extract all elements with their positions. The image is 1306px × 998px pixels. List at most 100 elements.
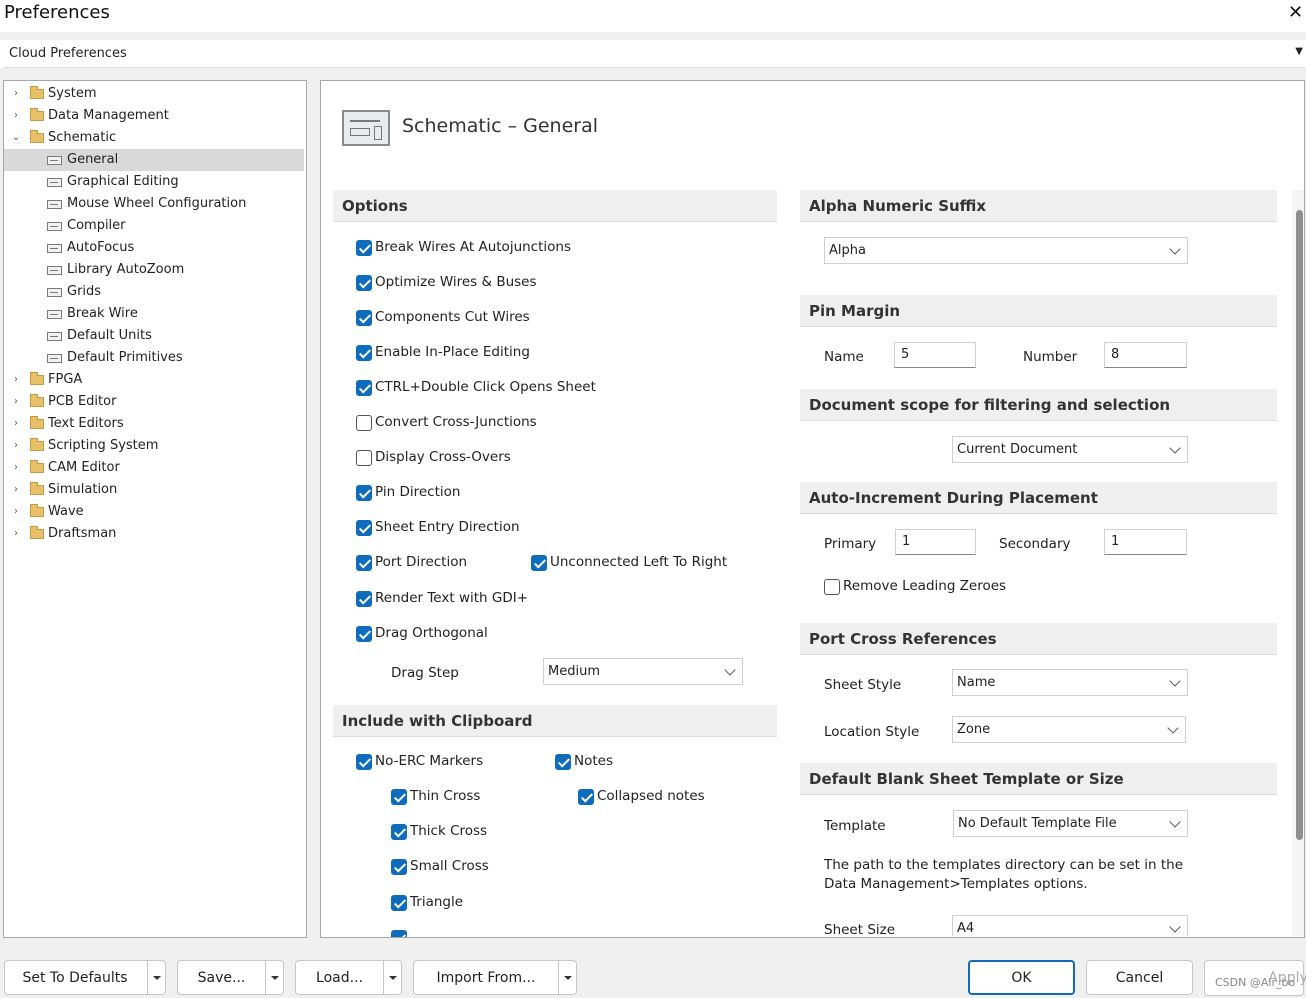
- close-icon[interactable]: ✕: [1288, 2, 1303, 23]
- tree-item-label: Text Editors: [48, 416, 124, 431]
- checkbox-box: [356, 310, 372, 326]
- title-bar: [0, 0, 1306, 32]
- location-style-dropdown[interactable]: Zone: [952, 716, 1186, 743]
- chevron-right-icon[interactable]: ›: [10, 391, 22, 413]
- tree-item-autofocus[interactable]: AutoFocus: [4, 237, 304, 259]
- set-to-defaults-button[interactable]: Set To Defaults: [4, 960, 166, 995]
- dropdown-arrow-icon[interactable]: [147, 961, 165, 994]
- template-dropdown[interactable]: No Default Template File: [953, 810, 1188, 837]
- checkbox-convert-cross-junctions[interactable]: Convert Cross-Junctions: [356, 414, 596, 434]
- ok-button[interactable]: OK: [968, 960, 1075, 995]
- checkbox-thick-cross[interactable]: Thick Cross: [391, 823, 631, 843]
- checkbox-collapsed-notes[interactable]: Collapsed notes: [578, 788, 818, 808]
- folder-icon: [30, 526, 44, 539]
- checkbox-box: [356, 485, 372, 501]
- secondary-input[interactable]: 1: [1104, 529, 1187, 555]
- checkbox-box: [356, 591, 372, 607]
- tree-item-compiler[interactable]: Compiler: [4, 215, 304, 237]
- tree-item-text-editors[interactable]: › Text Editors: [4, 413, 304, 435]
- tree-item-default-primitives[interactable]: Default Primitives: [4, 347, 304, 369]
- checkbox-small-cross[interactable]: Small Cross: [391, 858, 631, 878]
- cancel-button[interactable]: Cancel: [1086, 960, 1193, 995]
- dropdown-arrow-icon[interactable]: [265, 961, 283, 994]
- folder-icon: [30, 438, 44, 451]
- scrollbar-thumb[interactable]: [1296, 210, 1303, 840]
- sheet-size-dropdown[interactable]: A4: [952, 915, 1188, 936]
- tree-item-default-units[interactable]: Default Units: [4, 325, 304, 347]
- cloud-preferences-dropdown[interactable]: Cloud Preferences ▼: [3, 40, 1305, 68]
- checkbox-render-text-with-gdi[interactable]: Render Text with GDI+: [356, 590, 596, 610]
- tree-item-fpga[interactable]: › FPGA: [4, 369, 304, 391]
- chevron-right-icon[interactable]: ›: [10, 369, 22, 391]
- checkbox-drag-orthogonal[interactable]: Drag Orthogonal: [356, 625, 596, 645]
- chevron-right-icon[interactable]: ›: [10, 501, 22, 523]
- tree-item-system[interactable]: › System: [4, 83, 304, 105]
- load-button[interactable]: Load...: [295, 960, 402, 995]
- chevron-right-icon[interactable]: ›: [10, 435, 22, 457]
- chevron-right-icon[interactable]: ›: [10, 105, 22, 127]
- tree-item-grids[interactable]: Grids: [4, 281, 304, 303]
- alpha-suffix-dropdown[interactable]: Alpha: [824, 237, 1188, 264]
- checkbox-label: Pin Direction: [375, 484, 461, 500]
- checkbox-unconnected-left-to-right[interactable]: Unconnected Left To Right: [531, 554, 771, 574]
- clipboard-checkbox-cut-off[interactable]: [391, 929, 431, 937]
- tree-item-pcb-editor[interactable]: › PCB Editor: [4, 391, 304, 413]
- pin-name-input[interactable]: 5: [894, 342, 976, 368]
- drag-step-dropdown[interactable]: Medium: [543, 658, 743, 685]
- chevron-down-icon: [1169, 816, 1181, 828]
- checkbox-box: [356, 380, 372, 396]
- tree-item-scripting-system[interactable]: › Scripting System: [4, 435, 304, 457]
- primary-input[interactable]: 1: [895, 529, 976, 555]
- tree-item-schematic[interactable]: ⌄ Schematic: [4, 127, 304, 149]
- checkbox-triangle[interactable]: Triangle: [391, 894, 631, 914]
- folder-icon: [30, 460, 44, 473]
- page-icon: [47, 332, 62, 341]
- save-button[interactable]: Save...: [177, 960, 284, 995]
- schematic-icon: [342, 110, 390, 146]
- checkbox-optimize-wires-buses[interactable]: Optimize Wires & Buses: [356, 274, 596, 294]
- tree-item-mouse-wheel-configuration[interactable]: Mouse Wheel Configuration: [4, 193, 304, 215]
- chevron-right-icon[interactable]: ›: [10, 83, 22, 105]
- checkbox-sheet-entry-direction[interactable]: Sheet Entry Direction: [356, 519, 596, 539]
- chevron-down-icon: [1169, 442, 1181, 454]
- tree-item-label: Data Management: [48, 108, 169, 123]
- tree-item-library-autozoom[interactable]: Library AutoZoom: [4, 259, 304, 281]
- pin-name-label: Name: [824, 349, 864, 365]
- sheet-style-dropdown[interactable]: Name: [952, 669, 1188, 696]
- checkbox-components-cut-wires[interactable]: Components Cut Wires: [356, 309, 596, 329]
- tree-item-break-wire[interactable]: Break Wire: [4, 303, 304, 325]
- pin-number-input[interactable]: 8: [1104, 342, 1187, 368]
- location-style-label: Location Style: [824, 724, 920, 740]
- dropdown-arrow-icon[interactable]: [558, 961, 576, 994]
- doc-scope-dropdown[interactable]: Current Document: [952, 436, 1188, 463]
- chevron-down-icon[interactable]: ⌄: [10, 127, 22, 149]
- checkbox-ctrl-double-click-opens-sheet[interactable]: CTRL+Double Click Opens Sheet: [356, 379, 596, 399]
- tree-item-graphical-editing[interactable]: Graphical Editing: [4, 171, 304, 193]
- page-icon: [47, 200, 62, 209]
- checkbox-box: [356, 275, 372, 291]
- doc-scope-header: Document scope for filtering and selecti…: [800, 389, 1277, 421]
- page-icon: [47, 178, 62, 187]
- checkbox-break-wires-at-autojunctions[interactable]: Break Wires At Autojunctions: [356, 239, 596, 259]
- checkbox-pin-direction[interactable]: Pin Direction: [356, 484, 596, 504]
- sheet-size-value: A4: [957, 921, 975, 936]
- chevron-right-icon[interactable]: ›: [10, 523, 22, 545]
- dropdown-arrow-icon[interactable]: [383, 961, 401, 994]
- tree-item-simulation[interactable]: › Simulation: [4, 479, 304, 501]
- chevron-right-icon[interactable]: ›: [10, 413, 22, 435]
- checkbox-notes[interactable]: Notes: [555, 753, 795, 773]
- checkbox-display-cross-overs[interactable]: Display Cross-Overs: [356, 449, 596, 469]
- chevron-down-icon: [724, 664, 736, 676]
- tree-item-general[interactable]: General: [4, 149, 304, 171]
- tree-item-data-management[interactable]: › Data Management: [4, 105, 304, 127]
- checkbox-enable-in-place-editing[interactable]: Enable In-Place Editing: [356, 344, 596, 364]
- checkbox-label: Optimize Wires & Buses: [375, 274, 537, 290]
- remove-leading-zeroes-checkbox[interactable]: Remove Leading Zeroes: [824, 578, 1024, 598]
- chevron-right-icon[interactable]: ›: [10, 457, 22, 479]
- checkbox-label: Convert Cross-Junctions: [375, 414, 537, 430]
- import-from-button[interactable]: Import From...: [413, 960, 577, 995]
- tree-item-wave[interactable]: › Wave: [4, 501, 304, 523]
- tree-item-draftsman[interactable]: › Draftsman: [4, 523, 304, 545]
- chevron-right-icon[interactable]: ›: [10, 479, 22, 501]
- tree-item-cam-editor[interactable]: › CAM Editor: [4, 457, 304, 479]
